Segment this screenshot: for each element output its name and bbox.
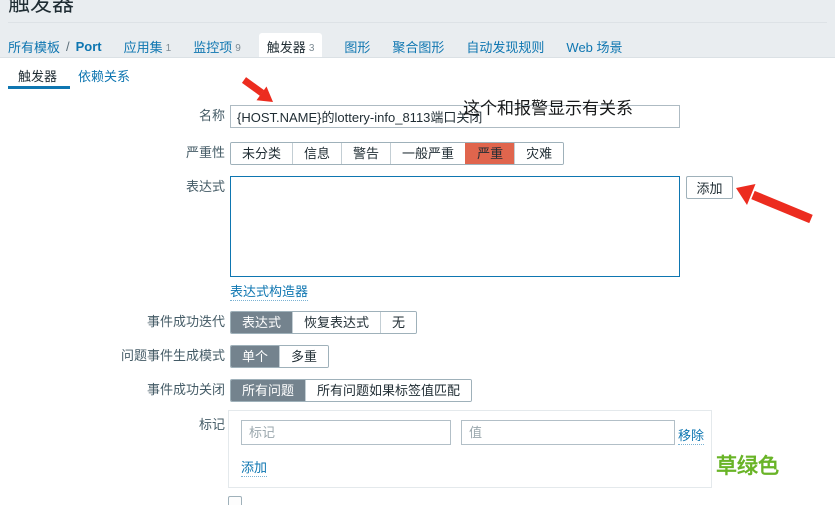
severity-information-button[interactable]: 信息 [292,143,341,164]
severity-average-button[interactable]: 一般严重 [390,143,465,164]
expression-add-button[interactable]: 添加 [686,176,733,199]
close-all-problems-button[interactable]: 所有问题 [231,380,305,401]
ok-event-generation-label: 事件成功迭代 [0,311,225,333]
breadcrumb: 所有模板 / Port 应用集1 监控项9 触发器3 图形 聚合图形 自动发现规… [8,33,623,60]
tag-remove-link[interactable]: 移除 [678,425,704,445]
nav-item-discovery-rules[interactable]: 自动发现规则 [466,37,544,56]
nav-count-items: 9 [235,43,241,54]
ok-event-closes-segmented-control: 所有问题 所有问题如果标签值匹配 [230,379,472,402]
tab-trigger[interactable]: 触发器 [18,66,57,85]
severity-disaster-button[interactable]: 灾难 [514,143,563,164]
nav-count-triggers: 3 [309,43,315,54]
nav-item-graphs[interactable]: 图形 [344,37,370,56]
ok-event-generation-segmented-control: 表达式 恢复表达式 无 [230,311,417,334]
ok-event-expression-button[interactable]: 表达式 [231,312,292,333]
breadcrumb-host-link[interactable]: Port [76,39,102,54]
problem-event-multiple-button[interactable]: 多重 [279,346,328,367]
title-divider [8,22,827,23]
breadcrumb-all-templates-link[interactable]: 所有模板 [8,37,60,56]
problem-event-mode-segmented-control: 单个 多重 [230,345,329,368]
close-matching-tag-button[interactable]: 所有问题如果标签值匹配 [305,380,471,401]
nav-count-applications: 1 [166,43,172,54]
tab-active-underline [8,86,70,89]
tag-value-input[interactable] [461,420,675,445]
page-title: 触发器 [8,0,74,18]
expression-label: 表达式 [0,176,225,198]
expression-constructor-link[interactable]: 表达式构造器 [230,281,308,301]
severity-not-classified-button[interactable]: 未分类 [231,143,292,164]
severity-label: 严重性 [0,142,225,164]
severity-high-button[interactable]: 严重 [465,143,514,164]
expression-textarea[interactable] [230,176,680,277]
nav-item-applications[interactable]: 应用集1 [124,37,172,56]
tags-label: 标记 [0,414,225,436]
tag-add-link[interactable]: 添加 [241,457,267,477]
ok-event-none-button[interactable]: 无 [380,312,416,333]
nav-item-screens[interactable]: 聚合图形 [392,37,444,56]
bottom-checkbox[interactable] [228,496,242,505]
breadcrumb-separator: / [66,39,70,54]
ok-event-closes-label: 事件成功关闭 [0,379,225,401]
ok-event-recovery-expression-button[interactable]: 恢复表达式 [292,312,380,333]
tab-dependencies[interactable]: 依赖关系 [78,66,130,85]
annotation-name-note: 这个和报警显示有关系 [463,94,633,119]
nav-item-web-scenarios[interactable]: Web 场景 [566,37,622,56]
severity-segmented-control: 未分类 信息 警告 一般严重 严重 灾难 [230,142,564,165]
tag-name-input[interactable] [241,420,451,445]
nav-item-triggers-selected[interactable]: 触发器3 [259,33,323,60]
severity-warning-button[interactable]: 警告 [341,143,390,164]
nav-item-items[interactable]: 监控项9 [193,37,241,56]
tags-container: 移除 添加 [228,410,712,488]
problem-event-mode-label: 问题事件生成模式 [0,345,225,367]
annotation-green-note: 草绿色 [716,450,779,480]
name-label: 名称 [0,105,225,127]
problem-event-single-button[interactable]: 单个 [231,346,279,367]
